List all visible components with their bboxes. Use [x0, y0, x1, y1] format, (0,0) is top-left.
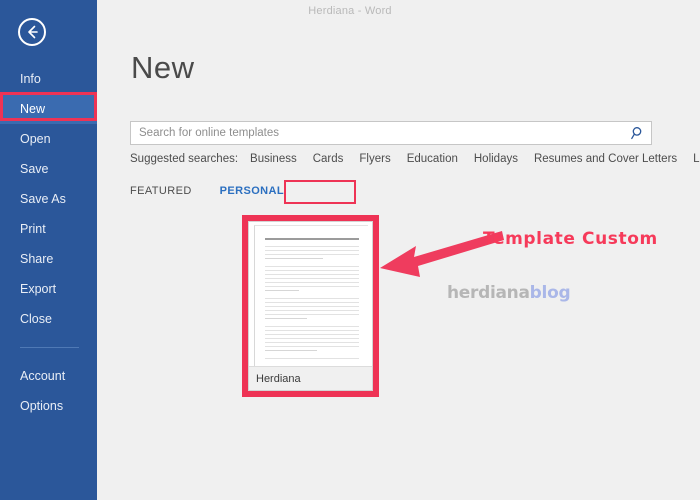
sidebar-item-label: Share — [20, 252, 54, 266]
suggested-link-resumes-and-cover-letters[interactable]: Resumes and Cover Letters — [534, 153, 677, 165]
template-category-tabs: FEATURED PERSONAL — [130, 185, 312, 201]
suggested-link-education[interactable]: Education — [407, 153, 458, 165]
annotation-callout-text: Template Custom — [483, 229, 658, 249]
window-title: Herdiana - Word — [308, 5, 392, 17]
suggested-searches: Suggested searches: Business Cards Flyers Ed… — [130, 153, 700, 165]
suggested-searches-label: Suggested searches: — [130, 153, 239, 165]
sidebar-divider — [20, 347, 79, 348]
sidebar-item-save-as[interactable]: Save As — [0, 184, 97, 214]
sidebar-item-label: Print — [20, 222, 46, 236]
sidebar-item-label: Options — [20, 399, 64, 413]
sidebar-item-open[interactable]: Open — [0, 124, 97, 154]
backstage-main-pane: New Suggested searches: Business Cards Flye… — [97, 0, 700, 500]
backstage-nav-list: Info New Open Save Save As Print Share E… — [0, 64, 97, 421]
sidebar-item-print[interactable]: Print — [0, 214, 97, 244]
back-button[interactable] — [18, 18, 46, 46]
sidebar-item-label: Save — [20, 162, 49, 176]
tab-featured[interactable]: FEATURED — [130, 185, 192, 197]
sidebar-item-share[interactable]: Share — [0, 244, 97, 274]
sidebar-item-label: Save As — [20, 192, 66, 206]
sidebar-item-label: Close — [20, 312, 52, 326]
sidebar-item-export[interactable]: Export — [0, 274, 97, 304]
window-title-bar: Herdiana - Word — [0, 0, 700, 22]
backstage-sidebar: Info New Open Save Save As Print Share E… — [0, 0, 97, 500]
sidebar-item-label: Info — [20, 72, 41, 86]
search-icon-glyph — [631, 127, 642, 140]
sidebar-item-new[interactable]: New — [0, 94, 97, 124]
watermark-herdianablog: herdianablog — [447, 283, 571, 303]
search-icon[interactable] — [629, 124, 647, 142]
sidebar-item-label: New — [20, 102, 46, 116]
sidebar-item-save[interactable]: Save — [0, 154, 97, 184]
watermark-primary: herdiana — [447, 283, 530, 303]
tab-personal[interactable]: PERSONAL — [220, 185, 284, 197]
suggested-link-cards[interactable]: Cards — [313, 153, 344, 165]
suggested-link-holidays[interactable]: Holidays — [474, 153, 518, 165]
sidebar-item-info[interactable]: Info — [0, 64, 97, 94]
back-arrow-icon — [28, 25, 38, 39]
search-input[interactable] — [130, 121, 652, 145]
sidebar-item-options[interactable]: Options — [0, 391, 97, 421]
template-card-name: Herdiana — [249, 366, 372, 390]
sidebar-item-label: Account — [20, 369, 66, 383]
template-card-herdiana[interactable]: Herdiana — [248, 221, 373, 391]
suggested-link-letters[interactable]: Letters — [693, 153, 700, 165]
watermark-secondary: blog — [529, 283, 571, 303]
template-thumbnail — [254, 225, 368, 368]
sidebar-item-label: Export — [20, 282, 57, 296]
suggested-link-flyers[interactable]: Flyers — [359, 153, 390, 165]
search-bar — [130, 121, 652, 145]
sidebar-item-label: Open — [20, 132, 51, 146]
sidebar-item-close[interactable]: Close — [0, 304, 97, 334]
page-title: New — [131, 50, 195, 85]
suggested-link-business[interactable]: Business — [250, 153, 297, 165]
sidebar-item-account[interactable]: Account — [0, 361, 97, 391]
